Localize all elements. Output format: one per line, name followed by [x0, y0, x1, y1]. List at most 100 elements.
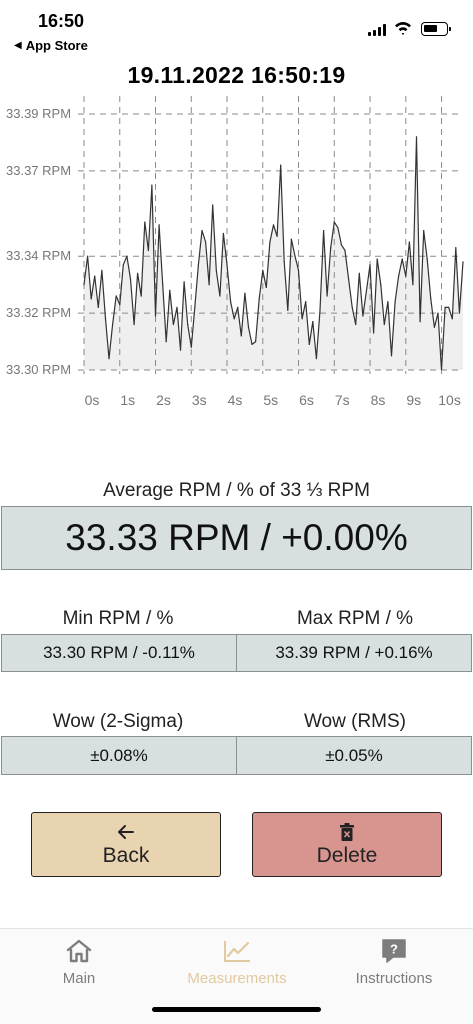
data-point	[244, 292, 246, 294]
max-label: Max RPM / %	[296, 608, 414, 629]
svg-text:?: ?	[390, 942, 398, 957]
data-point	[408, 241, 410, 243]
data-point	[272, 224, 275, 226]
data-point	[269, 241, 271, 243]
data-point	[369, 264, 371, 266]
data-point	[247, 326, 250, 328]
data-point	[101, 269, 103, 271]
data-point	[262, 269, 264, 271]
max-value-box: 33.39 RPM / +0.16%	[236, 634, 472, 672]
data-point	[104, 318, 107, 320]
x-tick-label: 4s	[228, 392, 243, 408]
data-point	[133, 323, 135, 326]
x-tick-label: 7s	[335, 392, 350, 408]
data-point	[355, 323, 357, 326]
average-label: Average RPM / % of 33 ⅓ RPM	[103, 480, 370, 501]
data-point	[290, 238, 292, 240]
wifi-icon	[395, 22, 411, 35]
data-point	[154, 315, 157, 317]
data-point	[112, 323, 114, 326]
x-tick-label: 1s	[120, 392, 135, 408]
data-point	[129, 278, 132, 280]
data-point	[197, 264, 199, 266]
min-value-box: 33.30 RPM / -0.11%	[1, 634, 237, 672]
data-point	[255, 341, 257, 343]
tab-measurements[interactable]: Measurements	[158, 929, 316, 999]
data-point	[458, 312, 460, 314]
data-point	[340, 244, 342, 246]
data-point	[380, 284, 382, 286]
trash-icon	[340, 822, 354, 842]
data-point	[294, 255, 296, 257]
data-point	[126, 255, 128, 257]
data-point	[169, 289, 171, 291]
data-point	[115, 295, 117, 297]
data-point	[394, 301, 396, 303]
data-point	[358, 272, 360, 274]
wow-rms-label: Wow (RMS)	[303, 711, 407, 732]
back-app-label: App Store	[25, 38, 88, 53]
data-point	[405, 275, 407, 277]
arrow-left-icon	[117, 822, 135, 842]
tab-main[interactable]: Main	[0, 929, 158, 999]
data-point	[365, 289, 368, 291]
data-point	[240, 335, 242, 337]
back-to-app-store-link[interactable]: ◀ App Store	[14, 38, 88, 53]
x-tick-label: 6s	[299, 392, 314, 408]
data-point	[190, 346, 192, 348]
data-point	[462, 261, 464, 263]
data-point	[212, 204, 214, 206]
data-point	[301, 318, 303, 320]
data-point	[172, 323, 174, 326]
wow-2sigma-value: ±0.08%	[90, 745, 148, 765]
data-point	[265, 286, 267, 289]
data-point	[344, 249, 346, 252]
rpm-chart: 33.39 RPM 33.37 RPM 33.34 RPM 33.32 RPM 33.3…	[0, 96, 473, 416]
data-point	[87, 255, 89, 257]
data-point	[305, 301, 307, 303]
back-button-label: Back	[102, 843, 150, 867]
data-point	[401, 258, 403, 260]
data-point	[415, 136, 418, 138]
x-tick-label: 8s	[371, 392, 386, 408]
data-point	[423, 230, 425, 232]
data-point	[119, 304, 121, 306]
x-tick-label: 2s	[156, 392, 171, 408]
left-triangle-icon: ◀	[14, 40, 22, 51]
y-tick-label: 33.39 RPM	[6, 106, 71, 121]
data-point	[419, 321, 421, 323]
data-point	[387, 301, 389, 303]
data-point	[337, 227, 339, 229]
data-point	[187, 323, 189, 326]
y-tick-label: 33.32 RPM	[6, 305, 71, 320]
data-point	[390, 355, 393, 357]
data-point	[444, 306, 446, 308]
data-point	[440, 369, 443, 371]
data-point	[219, 295, 221, 297]
average-value-box: 33.33 RPM / +0.00%	[1, 506, 472, 570]
delete-button[interactable]: Delete	[252, 812, 442, 877]
data-point	[351, 306, 353, 308]
x-tick-label: 10s	[438, 392, 461, 408]
tab-instructions-label: Instructions	[355, 970, 433, 987]
measurement-timestamp: 19.11.2022 16:50:19	[127, 62, 346, 88]
data-point	[97, 306, 99, 308]
data-point	[398, 275, 400, 277]
data-point	[448, 306, 450, 308]
y-tick-label: 33.30 RPM	[6, 362, 71, 377]
tab-instructions[interactable]: ? Instructions	[315, 929, 473, 999]
data-point	[373, 332, 375, 334]
chart-line-icon	[223, 937, 251, 965]
delete-button-label: Delete	[316, 843, 378, 867]
signal-icon	[368, 24, 386, 36]
data-point	[179, 349, 182, 351]
data-point	[283, 261, 285, 263]
data-point	[319, 309, 321, 311]
data-point	[330, 247, 332, 249]
data-point	[430, 298, 432, 300]
x-tick-label: 5s	[263, 392, 278, 408]
back-button[interactable]: Back	[31, 812, 221, 877]
data-point	[280, 164, 282, 166]
data-point	[233, 318, 235, 320]
data-point	[147, 249, 149, 252]
